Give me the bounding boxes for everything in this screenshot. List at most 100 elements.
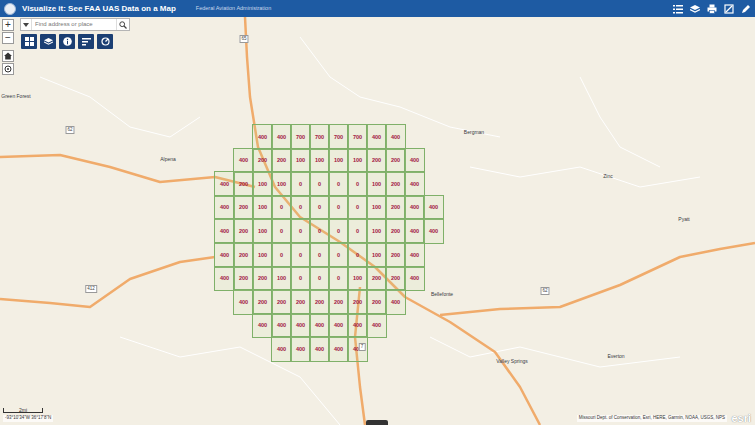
grid-cell[interactable]: 200 bbox=[234, 243, 253, 267]
grid-cell[interactable]: 400 bbox=[310, 314, 329, 338]
grid-cell[interactable]: 100 bbox=[253, 196, 272, 220]
grid-cell[interactable]: 400 bbox=[329, 314, 348, 338]
grid-cell[interactable]: 100 bbox=[329, 149, 348, 173]
grid-cell[interactable]: 0 bbox=[291, 196, 310, 220]
grid-cell[interactable]: 0 bbox=[310, 196, 329, 220]
grid-cell[interactable]: 400 bbox=[386, 125, 405, 149]
search-source-dropdown[interactable] bbox=[21, 19, 32, 30]
grid-cell[interactable]: 0 bbox=[291, 243, 310, 267]
grid-cell[interactable]: 400 bbox=[329, 337, 348, 361]
grid-cell[interactable]: 200 bbox=[329, 290, 348, 314]
grid-cell[interactable]: 200 bbox=[253, 267, 272, 291]
grid-cell[interactable]: 0 bbox=[348, 243, 367, 267]
grid-cell[interactable]: 400 bbox=[234, 149, 253, 173]
grid-cell[interactable]: 400 bbox=[405, 172, 424, 196]
grid-cell[interactable]: 400 bbox=[253, 314, 272, 338]
grid-cell[interactable]: 200 bbox=[386, 196, 405, 220]
locate-button[interactable] bbox=[2, 63, 14, 75]
grid-cell[interactable]: 400 bbox=[405, 267, 424, 291]
grid-cell[interactable]: 200 bbox=[367, 149, 386, 173]
grid-cell[interactable]: 400 bbox=[272, 125, 291, 149]
grid-cell[interactable]: 200 bbox=[386, 243, 405, 267]
grid-cell[interactable]: 400 bbox=[424, 219, 443, 243]
grid-cell[interactable]: 200 bbox=[386, 172, 405, 196]
list-icon[interactable] bbox=[673, 4, 683, 14]
grid-cell[interactable]: 200 bbox=[234, 172, 253, 196]
grid-cell[interactable]: 100 bbox=[253, 219, 272, 243]
grid-cell[interactable]: 200 bbox=[272, 149, 291, 173]
grid-cell[interactable]: 0 bbox=[272, 196, 291, 220]
grid-cell[interactable]: 700 bbox=[291, 125, 310, 149]
grid-cell[interactable]: 100 bbox=[272, 172, 291, 196]
grid-cell[interactable]: 200 bbox=[348, 290, 367, 314]
zoom-in-button[interactable]: + bbox=[2, 19, 14, 31]
grid-cell[interactable]: 100 bbox=[348, 267, 367, 291]
grid-cell[interactable]: 400 bbox=[215, 172, 234, 196]
grid-cell[interactable]: 0 bbox=[348, 172, 367, 196]
grid-cell[interactable]: 100 bbox=[310, 149, 329, 173]
grid-cell[interactable]: 0 bbox=[291, 267, 310, 291]
grid-cell[interactable]: 200 bbox=[272, 290, 291, 314]
grid-cell[interactable]: 100 bbox=[367, 243, 386, 267]
grid-cell[interactable]: 0 bbox=[310, 243, 329, 267]
grid-cell[interactable]: 0 bbox=[329, 196, 348, 220]
grid-cell[interactable]: 0 bbox=[329, 219, 348, 243]
grid-cell[interactable]: 400 bbox=[215, 196, 234, 220]
grid-cell[interactable]: 400 bbox=[215, 267, 234, 291]
grid-cell[interactable]: 0 bbox=[329, 172, 348, 196]
grid-cell[interactable]: 200 bbox=[367, 267, 386, 291]
grid-cell[interactable]: 200 bbox=[310, 290, 329, 314]
grid-cell[interactable]: 0 bbox=[272, 243, 291, 267]
search-button[interactable] bbox=[116, 19, 129, 30]
grid-cell[interactable]: 200 bbox=[253, 149, 272, 173]
grid-cell[interactable]: 400 bbox=[367, 125, 386, 149]
grid-cell[interactable]: 200 bbox=[234, 219, 253, 243]
legend-button[interactable] bbox=[78, 34, 94, 49]
grid-cell[interactable]: 100 bbox=[272, 267, 291, 291]
grid-cell[interactable]: 400 bbox=[424, 196, 443, 220]
grid-cell[interactable]: 700 bbox=[329, 125, 348, 149]
grid-cell[interactable]: 400 bbox=[234, 290, 253, 314]
grid-cell[interactable]: 100 bbox=[291, 149, 310, 173]
grid-cell[interactable]: 0 bbox=[291, 172, 310, 196]
edit-icon[interactable] bbox=[741, 4, 751, 14]
grid-cell[interactable]: 400 bbox=[405, 149, 424, 173]
grid-cell[interactable]: 400 bbox=[405, 243, 424, 267]
grid-cell[interactable]: 400 bbox=[291, 337, 310, 361]
home-button[interactable] bbox=[2, 50, 14, 62]
grid-cell[interactable]: 0 bbox=[348, 219, 367, 243]
zoom-out-button[interactable]: − bbox=[2, 32, 14, 44]
grid-cell[interactable]: 200 bbox=[386, 219, 405, 243]
grid-cell[interactable]: 200 bbox=[291, 290, 310, 314]
grid-cell[interactable]: 400 bbox=[215, 219, 234, 243]
map-view[interactable]: + − 40040070070070070 bbox=[0, 17, 755, 425]
grid-cell[interactable]: 400 bbox=[291, 314, 310, 338]
grid-cell[interactable]: 0 bbox=[272, 219, 291, 243]
grid-cell[interactable]: 400 bbox=[386, 290, 405, 314]
grid-cell[interactable]: 400 bbox=[215, 243, 234, 267]
search-input[interactable] bbox=[32, 19, 116, 30]
grid-cell[interactable]: 200 bbox=[386, 267, 405, 291]
grid-cell[interactable]: 100 bbox=[253, 172, 272, 196]
grid-cell[interactable]: 400 bbox=[405, 196, 424, 220]
grid-cell[interactable]: 400 bbox=[348, 314, 367, 338]
grid-cell[interactable]: 0 bbox=[310, 267, 329, 291]
grid-cell[interactable]: 400 bbox=[272, 314, 291, 338]
grid-cell[interactable]: 100 bbox=[367, 172, 386, 196]
grid-cell[interactable]: 0 bbox=[329, 267, 348, 291]
grid-cell[interactable]: 400 bbox=[310, 337, 329, 361]
grid-cell[interactable]: 400 bbox=[405, 219, 424, 243]
about-button[interactable] bbox=[59, 34, 75, 49]
grid-cell[interactable]: 100 bbox=[348, 149, 367, 173]
grid-cell[interactable]: 200 bbox=[234, 196, 253, 220]
measure-button[interactable] bbox=[97, 34, 113, 49]
layers-button[interactable] bbox=[40, 34, 56, 49]
grid-cell[interactable]: 0 bbox=[291, 219, 310, 243]
grid-cell[interactable]: 0 bbox=[329, 243, 348, 267]
grid-cell[interactable]: 200 bbox=[234, 267, 253, 291]
layers-icon[interactable] bbox=[690, 4, 700, 14]
grid-cell[interactable]: 400 bbox=[253, 125, 272, 149]
grid-cell[interactable]: 200 bbox=[367, 290, 386, 314]
grid-cell[interactable]: 0 bbox=[310, 219, 329, 243]
grid-cell[interactable]: 100 bbox=[367, 219, 386, 243]
